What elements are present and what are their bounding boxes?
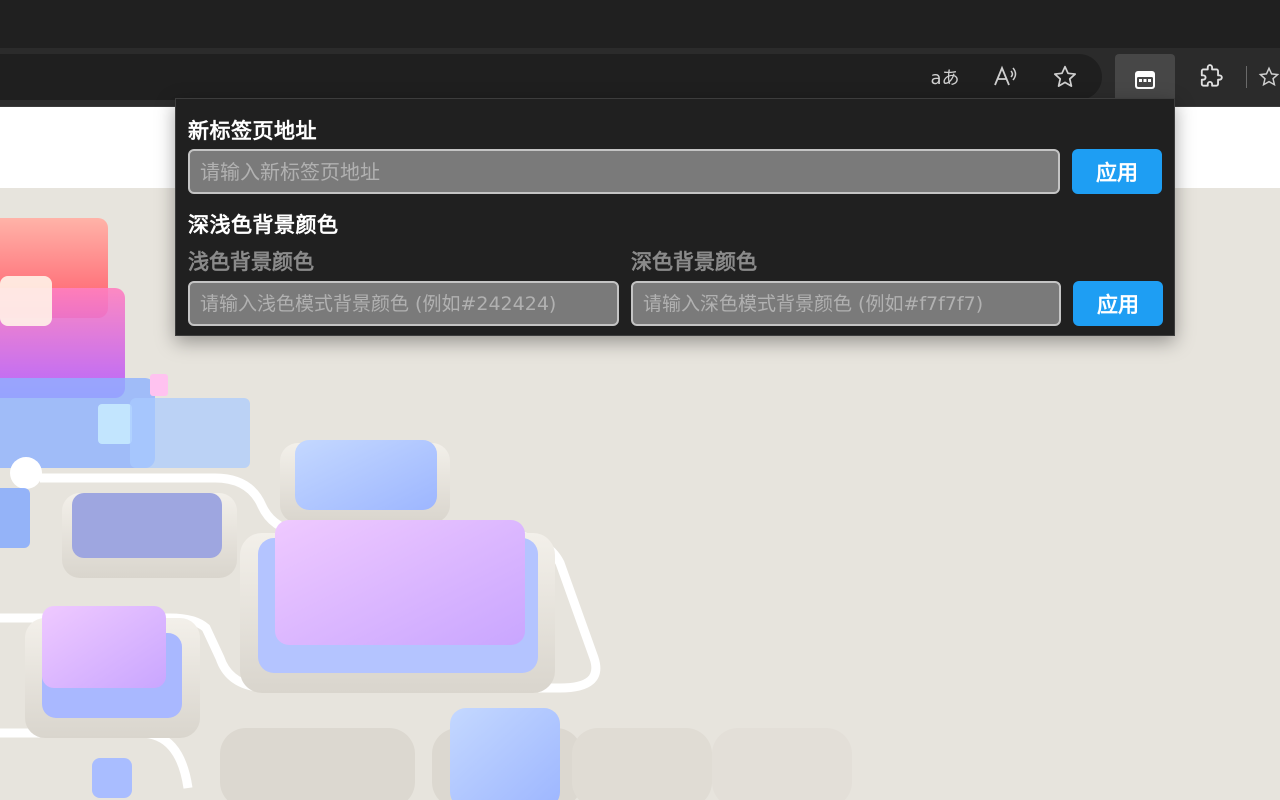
bg-color-section-title: 深浅色背景颜色 (188, 213, 339, 237)
apply-newtab-button[interactable]: 应用 (1072, 149, 1162, 194)
translate-icon[interactable]: aあ (922, 54, 968, 100)
newtab-url-input[interactable] (188, 149, 1060, 194)
toolbar-divider (1246, 66, 1247, 88)
new-tab-settings-popup: 新标签页地址 应用 深浅色背景颜色 浅色背景颜色 深色背景颜色 应用 (175, 98, 1175, 336)
extensions-puzzle-icon[interactable] (1188, 54, 1234, 100)
read-aloud-icon[interactable] (982, 54, 1028, 100)
dark-bg-color-input[interactable] (631, 281, 1061, 326)
light-bg-label: 浅色背景颜色 (188, 250, 314, 274)
newtab-section-title: 新标签页地址 (188, 119, 317, 143)
translate-glyph: aあ (930, 68, 960, 89)
favorite-star-icon[interactable] (1042, 54, 1088, 100)
light-bg-color-input[interactable] (188, 281, 619, 326)
apply-bg-color-button[interactable]: 应用 (1073, 281, 1163, 326)
dark-bg-label: 深色背景颜色 (631, 250, 757, 274)
favorites-bar-icon[interactable] (1258, 54, 1280, 100)
browser-title-bar (0, 0, 1280, 48)
